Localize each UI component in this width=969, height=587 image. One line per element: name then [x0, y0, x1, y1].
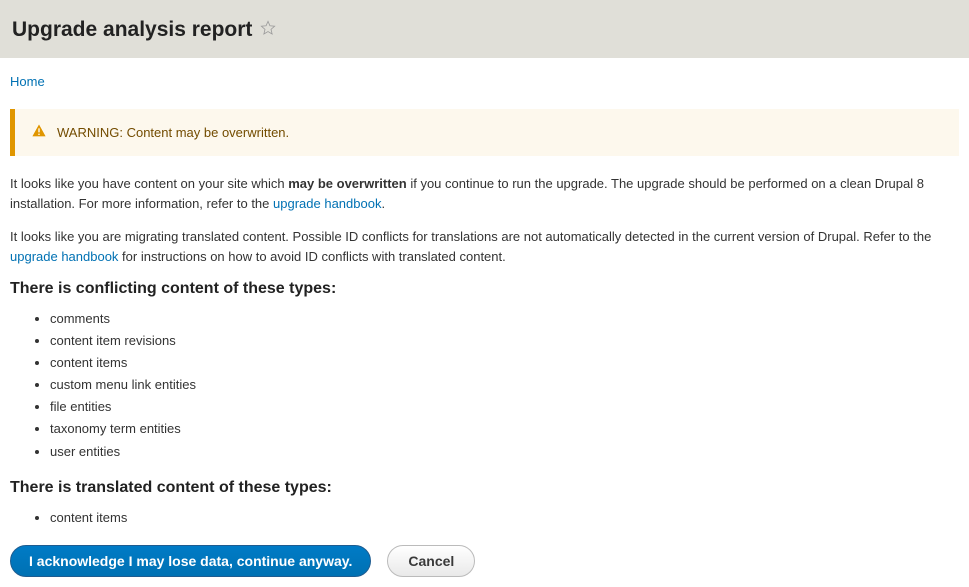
list-item: content item revisions — [50, 330, 959, 352]
conflicting-list: comments content item revisions content … — [10, 308, 959, 463]
breadcrumb-home-link[interactable]: Home — [10, 74, 45, 89]
conflicting-heading: There is conflicting content of these ty… — [10, 280, 959, 298]
upgrade-handbook-link[interactable]: upgrade handbook — [273, 196, 381, 211]
list-item: content items — [50, 352, 959, 374]
warning-text: WARNING: Content may be overwritten. — [57, 125, 289, 140]
cancel-button[interactable]: Cancel — [387, 545, 475, 577]
acknowledge-button[interactable]: I acknowledge I may lose data, continue … — [10, 545, 371, 577]
upgrade-handbook-link[interactable]: upgrade handbook — [10, 249, 118, 264]
paragraph-translated-warning: It looks like you are migrating translat… — [10, 227, 959, 266]
list-item: file entities — [50, 396, 959, 418]
list-item: comments — [50, 308, 959, 330]
text: . — [381, 196, 385, 211]
breadcrumb: Home — [10, 68, 959, 89]
list-item: taxonomy term entities — [50, 418, 959, 440]
translated-list: content items — [10, 507, 959, 529]
list-item: user entities — [50, 441, 959, 463]
page-title-text: Upgrade analysis report — [12, 18, 252, 42]
text: It looks like you have content on your s… — [10, 176, 288, 191]
list-item: content items — [50, 507, 959, 529]
page-content: Home WARNING: Content may be overwritten… — [0, 58, 969, 587]
text-strong: may be overwritten — [288, 176, 407, 191]
paragraph-overwrite-warning: It looks like you have content on your s… — [10, 174, 959, 213]
warning-message: WARNING: Content may be overwritten. — [10, 109, 959, 156]
text: for instructions on how to avoid ID conf… — [118, 249, 505, 264]
page-header: Upgrade analysis report — [0, 0, 969, 58]
page-title: Upgrade analysis report — [12, 18, 957, 42]
form-actions: I acknowledge I may lose data, continue … — [10, 545, 959, 577]
warning-icon — [31, 123, 47, 142]
star-icon[interactable] — [260, 18, 276, 42]
list-item: custom menu link entities — [50, 374, 959, 396]
text: It looks like you are migrating translat… — [10, 229, 931, 244]
translated-heading: There is translated content of these typ… — [10, 479, 959, 497]
